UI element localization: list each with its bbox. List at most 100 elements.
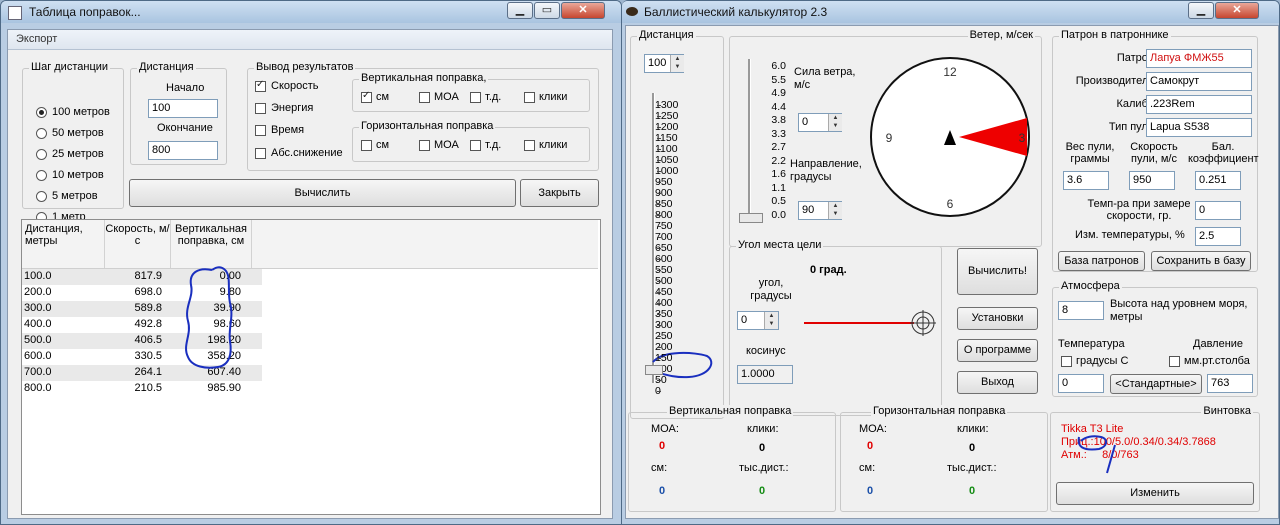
distance-tick-mark (657, 105, 661, 106)
celsius-checkbox[interactable] (1061, 356, 1072, 367)
results-table[interactable]: Дистанция, метры Скорость, м/с Вертикаль… (21, 219, 601, 515)
about-button[interactable]: О программе (957, 339, 1038, 362)
maker-input[interactable]: Самокрут (1146, 72, 1252, 91)
end-input[interactable]: 800 (148, 141, 218, 160)
table-cell: 330.5 (134, 350, 162, 362)
right-close-button[interactable]: ✕ (1215, 2, 1259, 19)
angle-label: угол, градусы (750, 277, 792, 302)
pressure-input[interactable]: 763 (1207, 374, 1253, 393)
h-cm-checkbox[interactable] (361, 140, 372, 151)
cartridge-db-button[interactable]: База патронов (1058, 251, 1145, 271)
speed-input[interactable]: 950 (1129, 171, 1175, 190)
calculate-table-button[interactable]: Вычислить (129, 179, 516, 207)
bullet-type-input[interactable]: Lapua S538 (1146, 118, 1252, 137)
speed-checkbox[interactable] (255, 79, 266, 92)
wind-direction-spin[interactable]: ▲ ▼ (828, 202, 842, 219)
menu-export[interactable]: Экспорт (16, 33, 57, 45)
table-cell: 700.0 (24, 366, 52, 378)
standard-button[interactable]: <Стандартные> (1110, 374, 1202, 394)
cartridge-input[interactable]: Лапуа ФМЖ55 (1146, 49, 1252, 68)
wind-clock[interactable]: 12 3 6 9 (869, 56, 1031, 218)
angle-spin[interactable]: ▲ ▼ (764, 312, 778, 329)
left-titlebar[interactable]: Таблица поправок... ▁ ▭ ✕ (1, 1, 621, 23)
right-minimize-button[interactable]: ▁ (1188, 2, 1214, 19)
h-td-checkbox[interactable] (470, 140, 481, 151)
speed-label: Скорость (271, 80, 319, 92)
wind-track[interactable] (748, 59, 751, 219)
step-radio-0[interactable] (36, 107, 47, 118)
weight-label: Вес пули, граммы (1065, 141, 1115, 165)
cartridge-db-button-label: База патронов (1064, 255, 1139, 267)
change-rifle-button[interactable]: Изменить (1056, 482, 1254, 505)
table-row[interactable]: 800.0 210.5 985.90 (22, 381, 262, 397)
temp-change-input[interactable]: 2.5 (1195, 227, 1241, 246)
clock-3: 3 (1019, 131, 1026, 145)
mmhg-checkbox[interactable] (1169, 356, 1180, 367)
v-moa-checkbox[interactable] (419, 92, 430, 103)
v-clicks-checkbox[interactable] (524, 92, 535, 103)
close-button[interactable]: ✕ (561, 2, 605, 19)
distance-spin-buttons[interactable]: ▲ ▼ (670, 55, 684, 72)
distance-tick-mark (657, 347, 661, 348)
calculate-button[interactable]: Вычислить! (957, 248, 1038, 295)
temp-input[interactable]: 0 (1195, 201, 1241, 220)
distance-slider-title: Дистанция (637, 29, 696, 41)
distance-thumb[interactable] (645, 365, 663, 375)
h-clicks-checkbox[interactable] (524, 140, 535, 151)
h-cm-label: см (376, 139, 390, 151)
calculate-button-label: Вычислить! (967, 265, 1027, 277)
save-db-button-label: Сохранить в базу (1156, 255, 1246, 267)
exit-button[interactable]: Выход (957, 371, 1038, 394)
step-radio-1[interactable] (36, 128, 47, 139)
step-radio-label: 5 метров (52, 190, 98, 202)
temperature-input[interactable]: 0 (1058, 374, 1104, 393)
distance-tick-mark (657, 292, 661, 293)
wind-tick: 6.0 (771, 60, 786, 72)
change-rifle-button-label: Изменить (1130, 487, 1180, 499)
caliber-input[interactable]: .223Rem (1146, 95, 1252, 114)
h-moa-checkbox[interactable] (419, 140, 430, 151)
step-radio-4[interactable] (36, 191, 47, 202)
rifle-annotation (1077, 435, 1116, 474)
distance-tick-mark (657, 259, 661, 260)
maximize-button[interactable]: ▭ (534, 2, 560, 19)
horizontal-subgroup-title: Горизонтальная поправка (359, 120, 496, 132)
save-db-button[interactable]: Сохранить в базу (1151, 251, 1251, 271)
abs-drop-checkbox[interactable] (255, 148, 266, 159)
left-client: Экспорт Шаг дистанции 100 метров 50 метро… (7, 29, 613, 519)
table-cell: 210.5 (134, 382, 162, 394)
temp-label: Темп-ра при замере скорости, гр. (1087, 198, 1191, 222)
atmosphere-group-title: Атмосфера (1059, 280, 1122, 292)
v-clicks-value: 0 (759, 442, 766, 454)
settings-button[interactable]: Установки (957, 307, 1038, 330)
distance-tick-mark (657, 325, 661, 326)
wind-tick: 5.5 (771, 73, 786, 86)
v-td-out-label: тыс.дист.: (739, 462, 789, 474)
step-group-title: Шаг дистанции (29, 61, 111, 73)
altitude-input[interactable]: 8 (1058, 301, 1104, 320)
v-moa-out-label: МОА: (651, 423, 679, 435)
time-checkbox[interactable] (255, 125, 266, 136)
table-cell: 985.90 (207, 382, 241, 394)
table-cell: 492.8 (134, 318, 162, 330)
weight-input[interactable]: 3.6 (1063, 171, 1109, 190)
distance-tick-mark (657, 138, 661, 139)
bc-input[interactable]: 0.251 (1195, 171, 1241, 190)
v-cm-checkbox[interactable] (361, 90, 372, 103)
horizontal-correction-title: Горизонтальная поправка (871, 405, 1008, 417)
v-td-value: 0 (759, 485, 766, 497)
pressure-label: Давление (1193, 338, 1244, 350)
energy-checkbox[interactable] (255, 103, 266, 114)
right-titlebar[interactable]: Баллистический калькулятор 2.3 ▁ ✕ (622, 1, 1279, 23)
v-td-checkbox[interactable] (470, 92, 481, 103)
close-table-button[interactable]: Закрыть (520, 179, 599, 207)
vertical-subgroup-title: Вертикальная поправка, (359, 72, 489, 84)
step-radio-3[interactable] (36, 170, 47, 181)
v-moa-label: МОА (434, 91, 459, 103)
minimize-button[interactable]: ▁ (507, 2, 533, 19)
step-radio-2[interactable] (36, 149, 47, 160)
step-radio-label: 25 метров (52, 148, 104, 160)
start-input[interactable]: 100 (148, 99, 218, 118)
wind-strength-spin[interactable]: ▲ ▼ (828, 114, 842, 131)
target-angle-title: Угол места цели (736, 239, 824, 251)
